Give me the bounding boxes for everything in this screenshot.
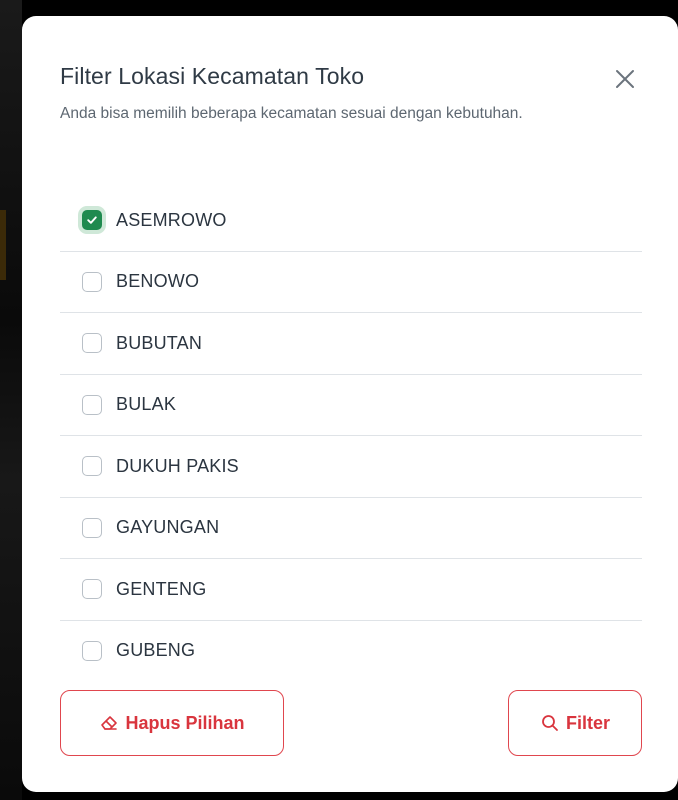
kecamatan-option-label: GENTENG <box>116 578 207 599</box>
kecamatan-option-label: ASEMROWO <box>116 209 227 230</box>
clear-selection-label: Hapus Pilihan <box>125 712 245 733</box>
close-button[interactable] <box>610 64 640 94</box>
filter-modal: Filter Lokasi Kecamatan Toko Anda bisa m… <box>22 16 678 792</box>
clear-selection-button[interactable]: Hapus Pilihan <box>60 690 284 756</box>
apply-filter-button[interactable]: Filter <box>508 690 642 756</box>
kecamatan-option[interactable]: GAYUNGAN <box>60 498 642 559</box>
page-backdrop <box>0 0 22 800</box>
backdrop-accent <box>0 210 6 280</box>
modal-footer: Hapus Pilihan Filter <box>60 690 642 756</box>
search-icon <box>540 713 560 733</box>
kecamatan-option-label: DUKUH PAKIS <box>116 455 239 476</box>
kecamatan-option-list[interactable]: ASEMROWO BENOWO BUBUTAN BULAK DUKUH PAKIS GAY… <box>60 190 642 662</box>
kecamatan-option-label: BUBUTAN <box>116 332 203 353</box>
kecamatan-option[interactable]: ASEMROWO <box>60 190 642 252</box>
kecamatan-option[interactable]: BULAK <box>60 375 642 436</box>
checkbox-unchecked[interactable] <box>82 394 102 415</box>
kecamatan-option[interactable]: GENTENG <box>60 559 642 621</box>
checkbox-unchecked[interactable] <box>82 517 102 538</box>
check-icon <box>87 216 97 224</box>
kecamatan-option-label: GUBENG <box>116 640 196 661</box>
checkbox-unchecked[interactable] <box>82 579 102 600</box>
modal-title: Filter Lokasi Kecamatan Toko <box>60 63 365 89</box>
checkbox-unchecked[interactable] <box>82 640 102 661</box>
apply-filter-label: Filter <box>565 712 610 733</box>
checkbox-unchecked[interactable] <box>82 333 102 354</box>
kecamatan-option-label: BENOWO <box>116 271 200 292</box>
kecamatan-option-label: BULAK <box>116 394 177 415</box>
kecamatan-option-label: GAYUNGAN <box>116 517 220 538</box>
kecamatan-option[interactable]: BUBUTAN <box>60 313 642 375</box>
kecamatan-option[interactable]: GUBENG <box>60 621 642 663</box>
modal-header: Filter Lokasi Kecamatan Toko Anda bisa m… <box>60 62 600 128</box>
checkbox-checked[interactable] <box>82 210 102 231</box>
eraser-icon <box>99 713 119 733</box>
checkbox-unchecked[interactable] <box>82 271 102 292</box>
close-icon <box>616 70 634 88</box>
kecamatan-option[interactable]: BENOWO <box>60 252 642 313</box>
checkbox-unchecked[interactable] <box>82 456 102 477</box>
kecamatan-option[interactable]: DUKUH PAKIS <box>60 436 642 498</box>
modal-description: Anda bisa memilih beberapa kecamatan ses… <box>60 105 523 122</box>
